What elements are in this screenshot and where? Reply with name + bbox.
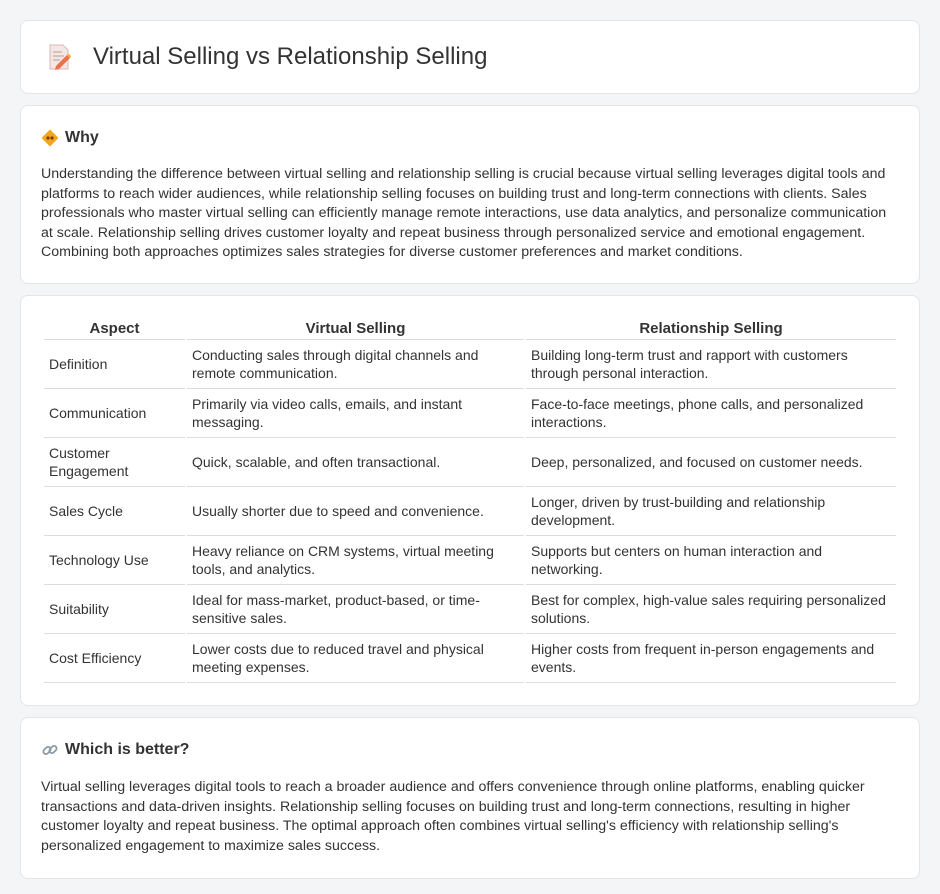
comparison-section: Aspect Virtual Selling Relationship Sell… (20, 294, 920, 706)
table-header-row: Aspect Virtual Selling Relationship Sell… (44, 316, 896, 340)
better-heading: Which is better? (65, 740, 190, 758)
aspect-cell: Suitability (44, 585, 185, 634)
relationship-cell: Deep, personalized, and focused on custo… (526, 438, 896, 487)
header-card: Virtual Selling vs Relationship Selling (20, 20, 920, 94)
column-header-relationship: Relationship Selling (526, 316, 896, 340)
virtual-cell: Heavy reliance on CRM systems, virtual m… (187, 536, 524, 585)
better-text: Virtual selling leverages digital tools … (41, 778, 865, 854)
table-row: Suitability Ideal for mass-market, produ… (44, 585, 896, 634)
diamond-sign-icon (41, 129, 59, 147)
virtual-cell: Primarily via video calls, emails, and i… (187, 389, 524, 438)
aspect-cell: Definition (44, 340, 185, 389)
why-heading: Why (65, 129, 99, 146)
link-icon (42, 745, 58, 755)
relationship-cell: Longer, driven by trust-building and rel… (526, 487, 896, 536)
page-title: Virtual Selling vs Relationship Selling (93, 43, 488, 70)
relationship-cell: Face-to-face meetings, phone calls, and … (526, 389, 896, 438)
why-section: Why Understanding the difference between… (20, 105, 920, 284)
virtual-cell: Quick, scalable, and often transactional… (187, 438, 524, 487)
better-heading-row: Which is better? (41, 741, 899, 759)
table-row: Cost Efficiency Lower costs due to reduc… (44, 634, 896, 683)
virtual-cell: Conducting sales through digital channel… (187, 340, 524, 389)
table-row: Customer Engagement Quick, scalable, and… (44, 438, 896, 487)
comparison-table: Aspect Virtual Selling Relationship Sell… (42, 316, 898, 683)
better-section: Which is better? Virtual selling leverag… (20, 716, 920, 880)
virtual-cell: Lower costs due to reduced travel and ph… (187, 634, 524, 683)
table-row: Technology Use Heavy reliance on CRM sys… (44, 536, 896, 585)
why-text: Understanding the difference between vir… (41, 166, 887, 261)
aspect-cell: Technology Use (44, 536, 185, 585)
table-row: Definition Conducting sales through digi… (44, 340, 896, 389)
column-header-aspect: Aspect (44, 316, 185, 340)
column-header-virtual: Virtual Selling (187, 316, 524, 340)
aspect-cell: Sales Cycle (44, 487, 185, 536)
aspect-cell: Communication (44, 389, 185, 438)
virtual-cell: Usually shorter due to speed and conveni… (187, 487, 524, 536)
why-heading-row: Why (41, 129, 899, 147)
virtual-cell: Ideal for mass-market, product-based, or… (187, 585, 524, 634)
aspect-cell: Customer Engagement (44, 438, 185, 487)
relationship-cell: Best for complex, high-value sales requi… (526, 585, 896, 634)
document-pencil-icon (49, 44, 71, 70)
relationship-cell: Building long-term trust and rapport wit… (526, 340, 896, 389)
table-row: Sales Cycle Usually shorter due to speed… (44, 487, 896, 536)
table-row: Communication Primarily via video calls,… (44, 389, 896, 438)
relationship-cell: Higher costs from frequent in-person eng… (526, 634, 896, 683)
aspect-cell: Cost Efficiency (44, 634, 185, 683)
relationship-cell: Supports but centers on human interactio… (526, 536, 896, 585)
